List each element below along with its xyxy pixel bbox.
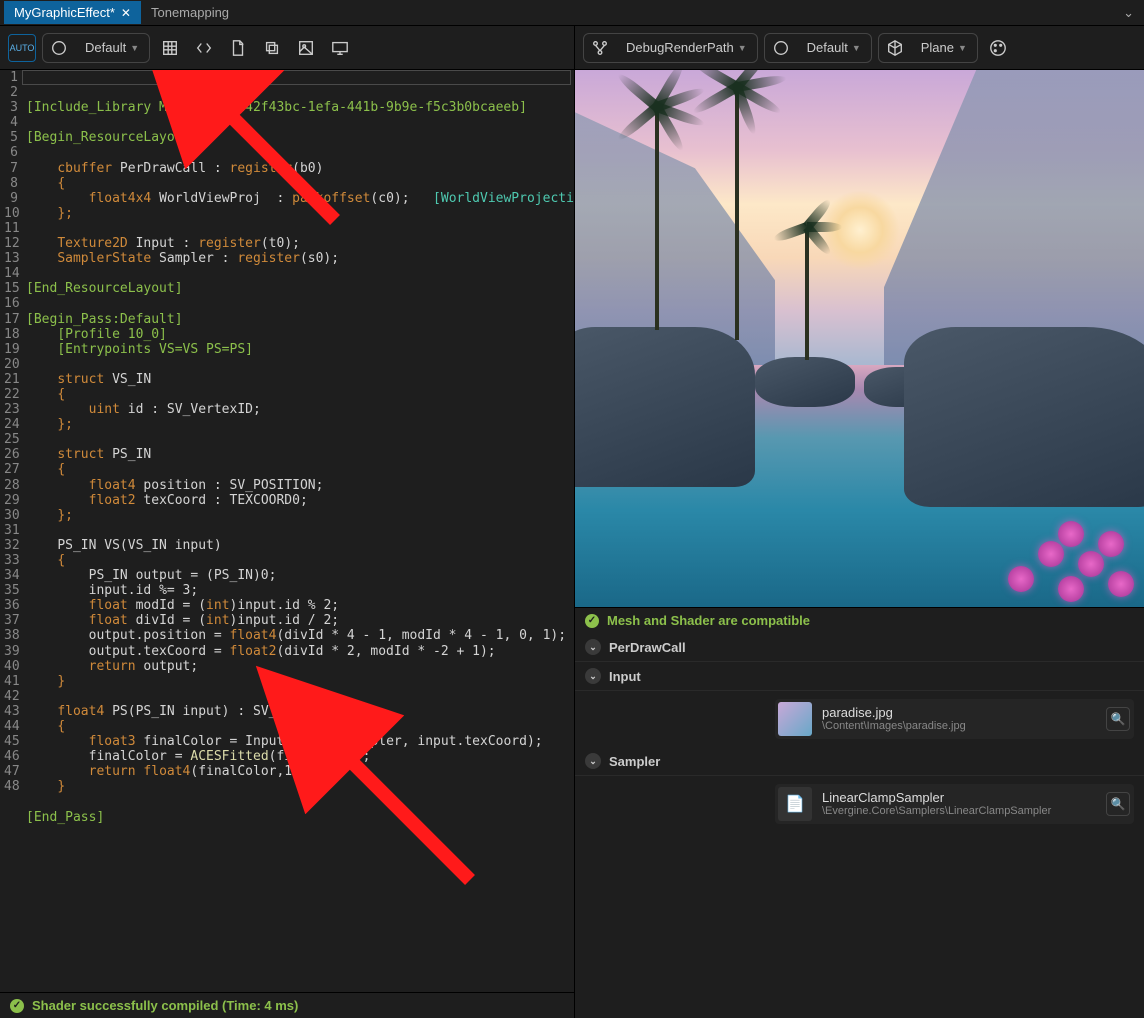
tab-bar: MyGraphicEffect* ✕ Tonemapping ⌄ bbox=[0, 0, 1144, 26]
prop-header-input[interactable]: ⌄ Input bbox=[575, 662, 1144, 691]
chevron-down-icon: ⌄ bbox=[585, 668, 601, 684]
prop-header-perdrawcall[interactable]: ⌄ PerDrawCall bbox=[575, 633, 1144, 662]
cube-icon[interactable] bbox=[881, 34, 909, 62]
renderpath-dropdown[interactable]: DebugRenderPath▼ bbox=[618, 36, 755, 59]
prop-header-sampler[interactable]: ⌄ Sampler bbox=[575, 747, 1144, 776]
prop-body-input: paradise.jpg \Content\Images\paradise.jp… bbox=[575, 691, 1144, 747]
code-area[interactable]: 1234567891011121314151617181920212223242… bbox=[0, 70, 574, 992]
asset-name: paradise.jpg bbox=[822, 705, 1096, 721]
check-icon: ✓ bbox=[10, 999, 24, 1013]
tab-mygraphiceffect[interactable]: MyGraphicEffect* ✕ bbox=[4, 1, 141, 24]
asset-thumbnail bbox=[778, 702, 812, 736]
tab-label: Tonemapping bbox=[151, 5, 229, 20]
asset-name: LinearClampSampler bbox=[822, 790, 1096, 806]
shape-dropdown[interactable]: Plane▼ bbox=[913, 36, 975, 59]
chevron-down-icon: ⌄ bbox=[585, 753, 601, 769]
prop-title: Input bbox=[609, 669, 641, 684]
circle-icon[interactable] bbox=[45, 34, 73, 62]
compile-status-bar: ✓ Shader successfully compiled (Time: 4 … bbox=[0, 992, 574, 1018]
close-icon[interactable]: ✕ bbox=[121, 6, 131, 20]
current-line-highlight bbox=[22, 70, 571, 85]
compat-text: Mesh and Shader are compatible bbox=[607, 613, 810, 628]
tab-tonemapping[interactable]: Tonemapping bbox=[141, 1, 239, 24]
circle-icon[interactable] bbox=[767, 34, 795, 62]
preview-viewport[interactable] bbox=[575, 70, 1144, 607]
code-editor-panel: AUTO Default▼ 12345678910111213141516171… bbox=[0, 26, 575, 1018]
properties-panel: ⌄ PerDrawCall ⌄ Input paradise.jpg \Cont… bbox=[575, 633, 1144, 1018]
pass-dropdown[interactable]: Default▼ bbox=[77, 36, 147, 59]
asset-row-sampler[interactable]: 📄 LinearClampSampler \Evergine.Core\Samp… bbox=[775, 784, 1134, 824]
code-content[interactable]: [Include_Library MyLibrary d42f43bc-1efa… bbox=[22, 70, 574, 992]
preview-panel: DebugRenderPath▼ Default▼ Plane▼ bbox=[575, 26, 1144, 1018]
pass-preview-dropdown[interactable]: Default▼ bbox=[799, 36, 869, 59]
chevron-down-icon: ⌄ bbox=[585, 639, 601, 655]
copy-icon[interactable] bbox=[258, 34, 286, 62]
asset-path: \Evergine.Core\Samplers\LinearClampSampl… bbox=[822, 805, 1096, 818]
prop-title: Sampler bbox=[609, 754, 660, 769]
monitor-icon[interactable] bbox=[326, 34, 354, 62]
asset-path: \Content\Images\paradise.jpg bbox=[822, 720, 1096, 733]
code-icon[interactable] bbox=[190, 34, 218, 62]
check-icon: ✓ bbox=[585, 614, 599, 628]
search-icon[interactable]: 🔍 bbox=[1106, 707, 1130, 731]
graph-icon[interactable] bbox=[586, 34, 614, 62]
search-icon[interactable]: 🔍 bbox=[1106, 792, 1130, 816]
preview-toolbar: DebugRenderPath▼ Default▼ Plane▼ bbox=[575, 26, 1144, 70]
page-icon[interactable] bbox=[224, 34, 252, 62]
file-icon: 📄 bbox=[778, 787, 812, 821]
tab-label: MyGraphicEffect* bbox=[14, 5, 115, 20]
grid-icon[interactable] bbox=[156, 34, 184, 62]
prop-body-sampler: 📄 LinearClampSampler \Evergine.Core\Samp… bbox=[575, 776, 1144, 832]
compat-status-bar: ✓ Mesh and Shader are compatible bbox=[575, 607, 1144, 633]
palette-icon[interactable] bbox=[984, 34, 1012, 62]
image-icon[interactable] bbox=[292, 34, 320, 62]
expand-tabs-icon[interactable]: ⌄ bbox=[1117, 5, 1140, 21]
status-text: Shader successfully compiled (Time: 4 ms… bbox=[32, 998, 298, 1013]
asset-row-paradise[interactable]: paradise.jpg \Content\Images\paradise.jp… bbox=[775, 699, 1134, 739]
line-gutter: 1234567891011121314151617181920212223242… bbox=[0, 70, 22, 992]
editor-toolbar: AUTO Default▼ bbox=[0, 26, 574, 70]
prop-title: PerDrawCall bbox=[609, 640, 686, 655]
auto-button[interactable]: AUTO bbox=[8, 34, 36, 62]
